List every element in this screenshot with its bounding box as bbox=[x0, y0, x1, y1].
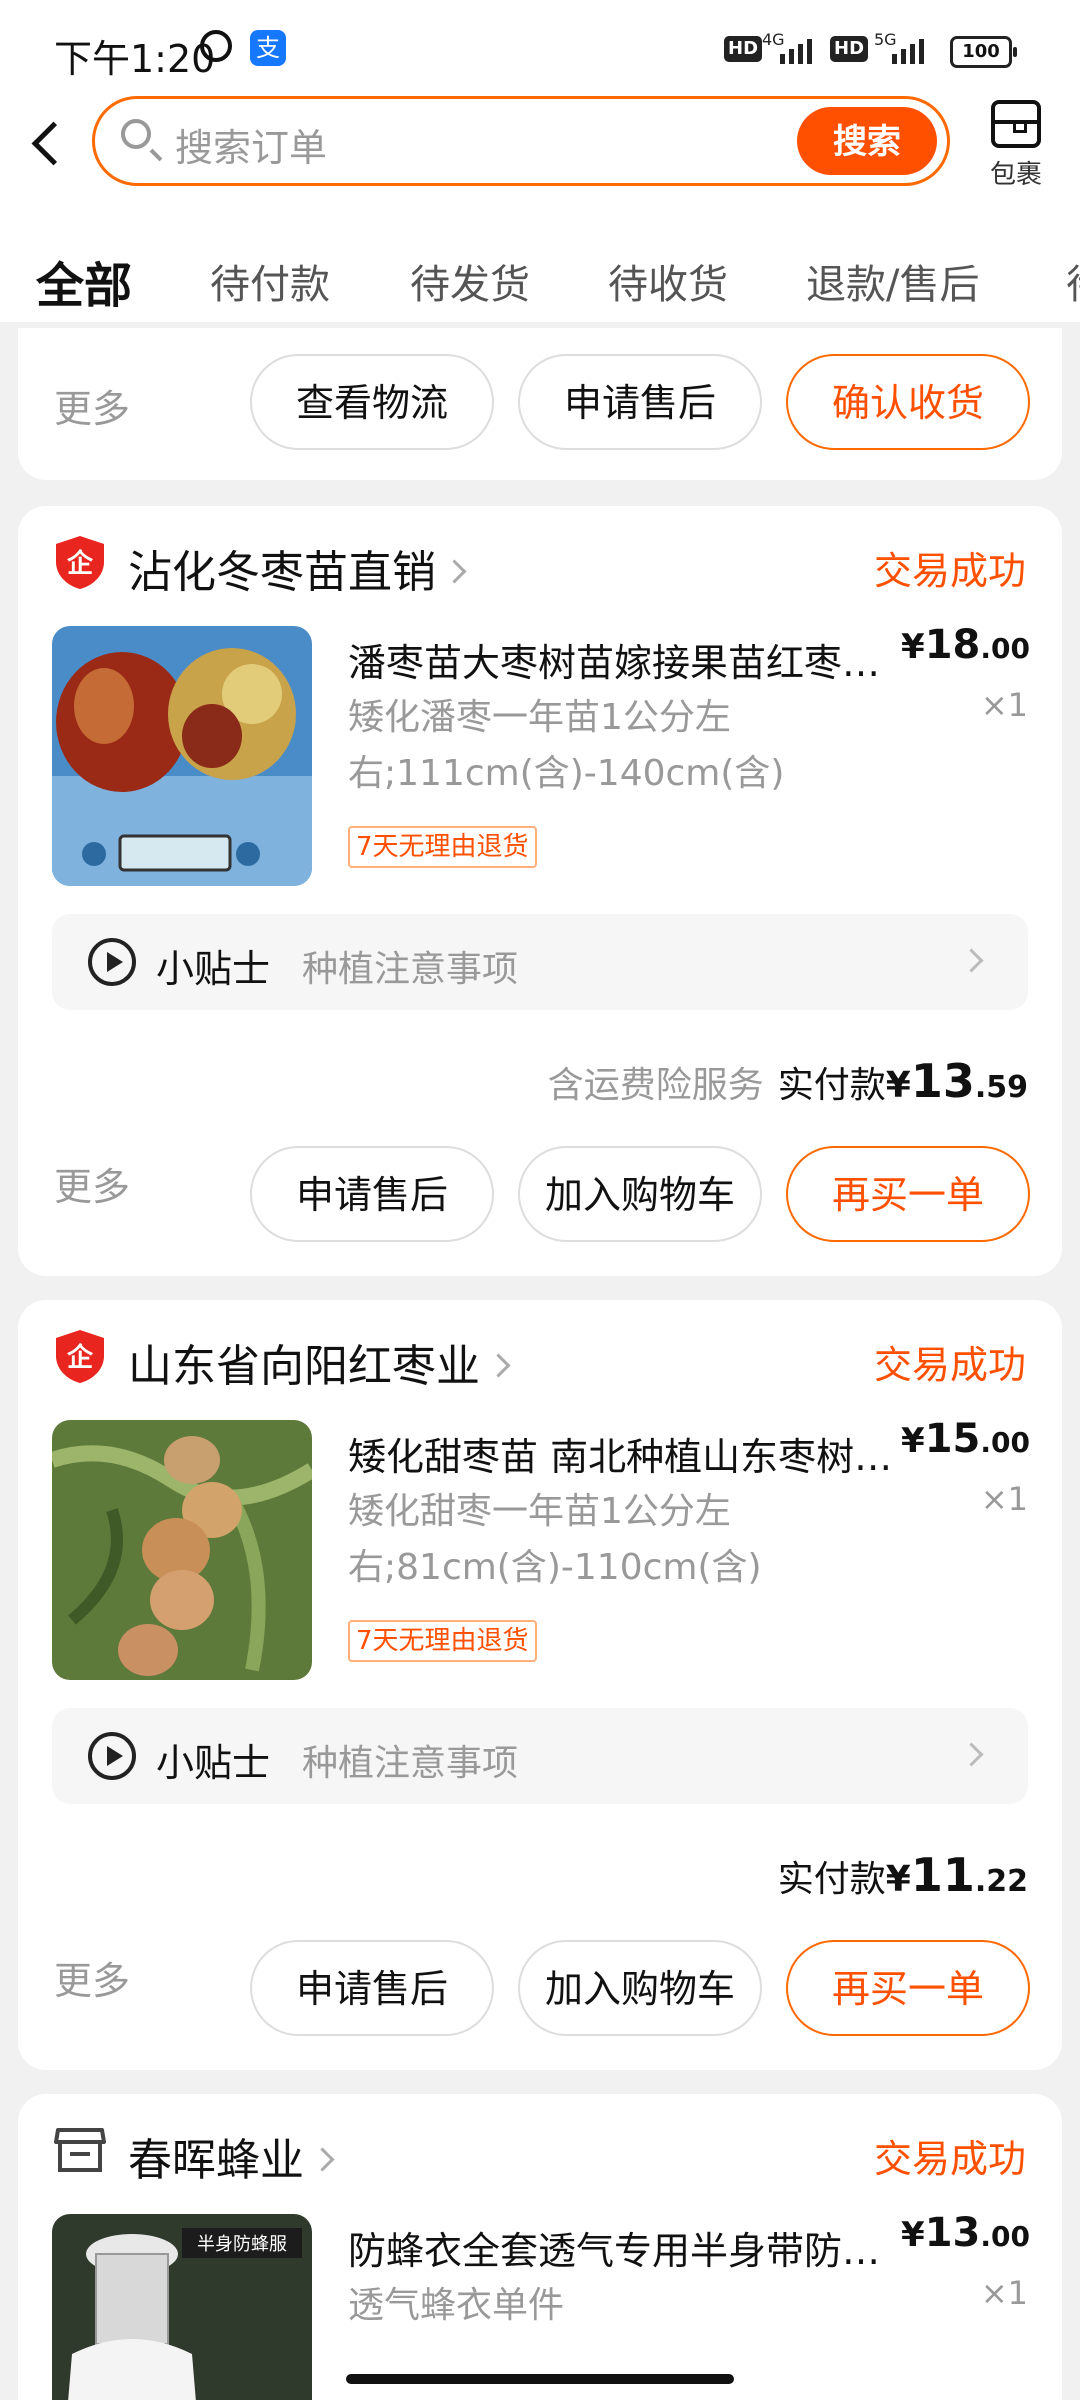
thumb-caption: 半身防蜂服 bbox=[197, 2234, 287, 2255]
product-sku: 透气蜂衣单件 bbox=[348, 2285, 565, 2326]
add-to-cart-button[interactable]: 加入购物车 bbox=[518, 1146, 762, 1242]
hd-icon: HD bbox=[724, 36, 763, 62]
tab-pending-receipt[interactable]: 待收货 bbox=[608, 252, 728, 310]
tip-bar[interactable]: 小贴士 种植注意事项 bbox=[52, 1708, 1028, 1804]
svg-text:企: 企 bbox=[67, 1342, 94, 1373]
status-time: 下午1:20 bbox=[54, 37, 216, 81]
product-sku: 矮化潘枣一年苗1公分左右;111cm(含)-140cm(含) bbox=[348, 697, 785, 794]
battery-icon: 100 bbox=[950, 36, 1017, 68]
return-policy-badge: 7天无理由退货 bbox=[348, 826, 537, 868]
payment-summary: 实付款¥11.22 bbox=[777, 1848, 1028, 1902]
order-card-partial: 更多 查看物流 申请售后 确认收货 bbox=[18, 328, 1062, 480]
alipay-icon: 支 bbox=[250, 30, 286, 66]
chevron-right-icon bbox=[486, 1352, 511, 1378]
order-status: 交易成功 bbox=[873, 2137, 1026, 2181]
confirm-receipt-button[interactable]: 确认收货 bbox=[786, 354, 1030, 450]
product-price: ¥13.00 bbox=[901, 2210, 1030, 2256]
package-button[interactable]: 包裹 bbox=[976, 100, 1056, 191]
product-title[interactable]: 矮化甜枣苗 南北种植山东枣树… bbox=[348, 1426, 938, 1481]
product-sku: 矮化甜枣一年苗1公分左右;81cm(含)-110cm(含) bbox=[348, 1491, 762, 1588]
payment-summary: 含运费险服务 实付款¥13.59 bbox=[547, 1054, 1028, 1108]
home-indicator[interactable] bbox=[346, 2374, 734, 2384]
search-button[interactable]: 搜索 bbox=[797, 107, 937, 175]
after-sales-button[interactable]: 申请售后 bbox=[518, 354, 762, 450]
tab-pending-payment[interactable]: 待付款 bbox=[210, 252, 330, 310]
more-link[interactable]: 更多 bbox=[54, 1156, 130, 1211]
hd-icon: HD bbox=[830, 36, 869, 62]
signal-icon bbox=[892, 36, 924, 64]
tab-all[interactable]: 全部 bbox=[36, 246, 132, 316]
tab-pending-review[interactable]: 待 bbox=[1066, 252, 1080, 310]
buy-again-button[interactable]: 再买一单 bbox=[786, 1146, 1030, 1242]
package-label: 包裹 bbox=[989, 160, 1042, 190]
more-link[interactable]: 更多 bbox=[54, 378, 130, 433]
product-image[interactable]: 半身防蜂服 bbox=[52, 2214, 312, 2400]
play-icon bbox=[88, 938, 136, 986]
tip-text: 种植注意事项 bbox=[302, 949, 519, 990]
product-title[interactable]: 潘枣苗大枣树苗嫁接果苗红枣… bbox=[348, 632, 938, 687]
chevron-right-icon bbox=[442, 558, 467, 584]
shop-name[interactable]: 春晖蜂业 bbox=[128, 2124, 335, 2188]
store-icon bbox=[54, 2128, 106, 2172]
return-policy-badge: 7天无理由退货 bbox=[348, 1620, 537, 1662]
tip-label: 小贴士 bbox=[156, 1741, 271, 1785]
enterprise-shield-icon: 企 bbox=[56, 1330, 104, 1383]
back-icon[interactable] bbox=[31, 121, 76, 166]
chevron-right-icon bbox=[959, 948, 984, 973]
chevron-right-icon bbox=[959, 1742, 984, 1767]
order-card: 春晖蜂业 交易成功 半身防蜂服 防蜂衣全套透气专用半身带防… 透气蜂衣单件 ¥1… bbox=[18, 2094, 1062, 2400]
shop-name[interactable]: 沾化冬枣苗直销 bbox=[128, 536, 467, 600]
shop-name[interactable]: 山东省向阳红枣业 bbox=[128, 1330, 511, 1394]
tip-bar[interactable]: 小贴士 种植注意事项 bbox=[52, 914, 1028, 1010]
enterprise-shield-icon: 企 bbox=[56, 536, 104, 589]
package-icon bbox=[991, 100, 1041, 148]
product-price: ¥18.00 bbox=[901, 622, 1030, 668]
after-sales-button[interactable]: 申请售后 bbox=[250, 1940, 494, 2036]
product-image[interactable] bbox=[52, 626, 312, 886]
order-status: 交易成功 bbox=[873, 1343, 1026, 1387]
view-logistics-button[interactable]: 查看物流 bbox=[250, 354, 494, 450]
svg-text:企: 企 bbox=[67, 548, 94, 579]
search-box[interactable]: 搜索订单 搜索 bbox=[92, 96, 950, 186]
tab-pending-shipment[interactable]: 待发货 bbox=[410, 252, 530, 310]
alarm-icon bbox=[200, 30, 232, 62]
buy-again-button[interactable]: 再买一单 bbox=[786, 1940, 1030, 2036]
product-quantity: ×1 bbox=[980, 2274, 1028, 2312]
signal-icon bbox=[780, 36, 812, 64]
add-to-cart-button[interactable]: 加入购物车 bbox=[518, 1940, 762, 2036]
after-sales-button[interactable]: 申请售后 bbox=[250, 1146, 494, 1242]
header: 搜索订单 搜索 包裹 bbox=[0, 92, 1080, 202]
product-title[interactable]: 防蜂衣全套透气专用半身带防… bbox=[348, 2220, 938, 2275]
search-input[interactable]: 搜索订单 bbox=[175, 117, 327, 172]
product-quantity: ×1 bbox=[980, 1480, 1028, 1518]
order-card: 企 山东省向阳红枣业 交易成功 矮化甜枣苗 南北种植山东枣树… 矮化甜枣一年苗1… bbox=[18, 1300, 1062, 2070]
chevron-right-icon bbox=[310, 2146, 335, 2172]
order-tabs: 全部 待付款 待发货 待收货 退款/售后 待 bbox=[0, 202, 1080, 322]
product-price: ¥15.00 bbox=[901, 1416, 1030, 1462]
play-icon bbox=[88, 1732, 136, 1780]
search-icon bbox=[121, 119, 151, 149]
product-image[interactable] bbox=[52, 1420, 312, 1680]
tab-refund[interactable]: 退款/售后 bbox=[806, 252, 979, 310]
tip-text: 种植注意事项 bbox=[302, 1743, 519, 1784]
order-card: 企 沾化冬枣苗直销 交易成功 潘枣苗大枣树苗嫁接果苗红枣… 矮化潘枣一年苗1公分… bbox=[18, 506, 1062, 1276]
order-status: 交易成功 bbox=[873, 549, 1026, 593]
tip-label: 小贴士 bbox=[156, 947, 271, 991]
product-quantity: ×1 bbox=[980, 686, 1028, 724]
status-bar: 下午1:20 支 HD 4G HD 5G 100 bbox=[0, 0, 1080, 92]
more-link[interactable]: 更多 bbox=[54, 1950, 130, 2005]
